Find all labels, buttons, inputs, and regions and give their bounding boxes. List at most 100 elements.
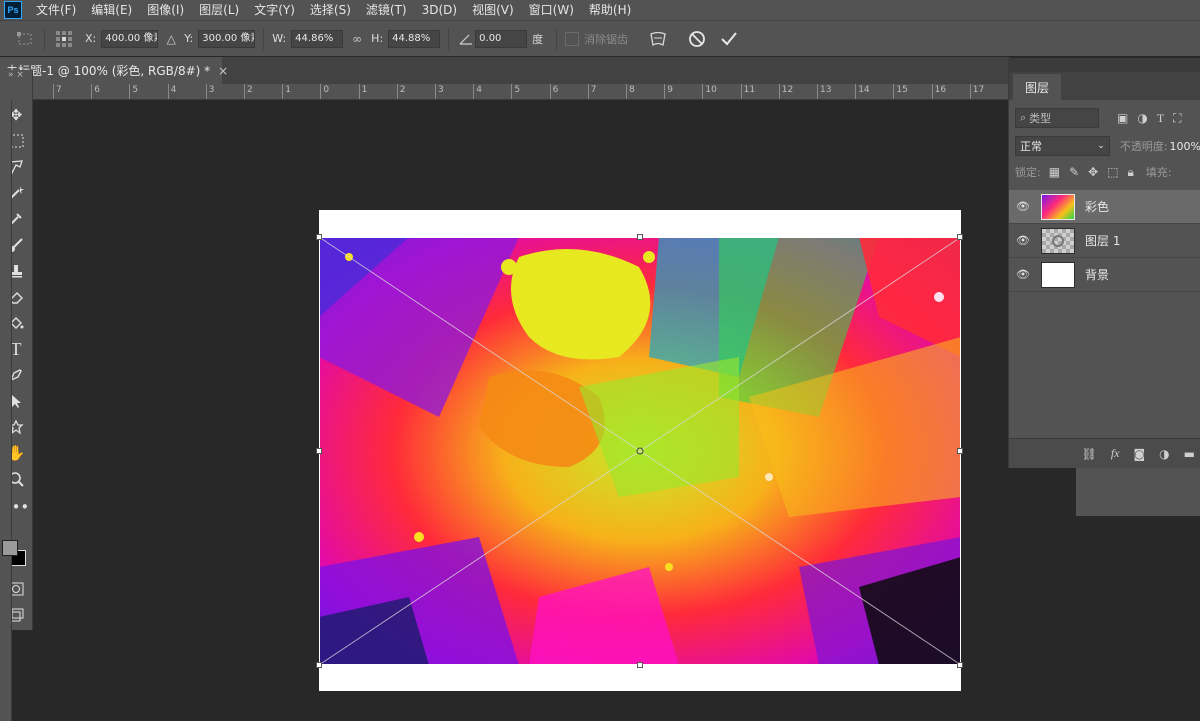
layer-name[interactable]: 背景	[1085, 266, 1109, 283]
layers-panel-footer: ⛓︎ fx ◙ ◑ ▬	[1009, 438, 1200, 468]
ruler-tick-label: 17	[969, 84, 984, 99]
ruler-tick-label: 2	[396, 84, 406, 99]
ruler-tick-label: 1	[358, 84, 367, 99]
lock-pixels-icon[interactable]: ✎	[1069, 165, 1079, 179]
document-tab-title: 未标题-1 @ 100% (彩色, RGB/8#) *	[6, 64, 211, 78]
photoshop-logo: Ps	[4, 1, 22, 19]
link-icon[interactable]: ⛓︎	[1082, 447, 1097, 461]
y-label: Y:	[184, 32, 194, 45]
lock-position-icon[interactable]: ✥	[1088, 165, 1098, 179]
ruler-tick-label: 4	[167, 84, 176, 99]
panel-header	[1009, 58, 1200, 72]
ruler-tick-label: 5	[511, 84, 520, 99]
lock-transparent-icon[interactable]: ▦	[1049, 165, 1060, 179]
lock-artboard-icon[interactable]: ⬚	[1107, 165, 1118, 179]
fill-label: 填充:	[1145, 166, 1172, 179]
ruler-tick-label: 7	[587, 84, 597, 99]
eye-icon[interactable]: 👁︎	[1009, 268, 1037, 281]
filter-shape-icon[interactable]: ⛶	[1173, 111, 1181, 126]
w-label: W:	[272, 32, 287, 45]
transform-handle-middle-right[interactable]	[957, 448, 963, 454]
ruler-tick-label: 15	[893, 84, 908, 99]
rotation-field[interactable]: 0.00	[475, 29, 528, 48]
menu-help[interactable]: 帮助(H)	[589, 0, 631, 20]
transform-handle-bottom-right[interactable]	[957, 662, 963, 668]
angle-icon	[457, 33, 475, 45]
cancel-icon[interactable]	[681, 30, 713, 48]
transform-handle-bottom-left[interactable]	[316, 662, 322, 668]
eye-icon[interactable]: 👁︎	[1009, 234, 1037, 247]
checkmark-icon[interactable]	[713, 31, 745, 47]
menu-layer[interactable]: 图层(L)	[199, 0, 239, 20]
menu-3d[interactable]: 3D(D)	[422, 0, 457, 20]
ruler-tick-label: 7	[53, 84, 62, 99]
transform-handle-top-center[interactable]	[637, 234, 643, 240]
close-icon[interactable]: ×	[218, 64, 228, 78]
ruler-tick-label: 4	[473, 84, 482, 99]
blend-opacity-row: 正常 ⌄ 不透明度: 100%	[1009, 136, 1200, 156]
layer-row[interactable]: 👁︎ 背景	[1009, 258, 1200, 292]
eye-icon[interactable]: 👁︎	[1009, 200, 1037, 213]
h-label: H:	[371, 32, 384, 45]
y-position-field[interactable]: 300.00 像素	[198, 29, 256, 48]
layer-row[interactable]: 👁︎ 彩色	[1009, 190, 1200, 224]
transform-handle-top-right[interactable]	[957, 234, 963, 240]
menu-file[interactable]: 文件(F)	[36, 0, 76, 20]
menu-edit[interactable]: 编辑(E)	[91, 0, 132, 20]
menu-image[interactable]: 图像(I)	[147, 0, 184, 20]
relative-position-icon[interactable]: △	[158, 32, 184, 46]
ruler-tick-label: 10	[702, 84, 717, 99]
layer-filter-select[interactable]: ⌕ 类型	[1015, 108, 1099, 128]
fx-icon[interactable]: fx	[1111, 446, 1120, 461]
horizontal-ruler: 7 6 5 4 3 2 1 0 1 2 3 4 5 6 7 8 9 10 11 12 13 14 15 16 17	[33, 84, 1008, 100]
ruler-tick-label: 0	[320, 84, 329, 99]
layer-name[interactable]: 彩色	[1085, 198, 1109, 215]
lock-all-icon[interactable]: 🔒︎	[1128, 165, 1134, 180]
x-position-field[interactable]: 400.00 像素	[101, 29, 159, 48]
ruler-tick-label: 16	[931, 84, 946, 99]
foreground-color-swatch[interactable]	[2, 540, 18, 556]
filter-image-icon[interactable]: ▣	[1117, 111, 1128, 125]
width-field[interactable]: 44.86%	[291, 29, 344, 48]
blend-mode-select[interactable]: 正常 ⌄	[1015, 136, 1110, 156]
opacity-label: 不透明度:	[1119, 140, 1168, 153]
options-bar: X: 400.00 像素 △ Y: 300.00 像素 W: 44.86% ∞ …	[0, 20, 1200, 56]
ruler-tick-label: 6	[549, 84, 558, 99]
menu-window[interactable]: 窗口(W)	[529, 0, 574, 20]
paint-splash-layer-image[interactable]	[319, 237, 961, 665]
layer-filter-label: 类型	[1029, 112, 1052, 125]
height-field[interactable]: 44.88%	[388, 29, 441, 48]
warp-mode-icon[interactable]	[643, 30, 673, 48]
ruler-tick-label: 6	[91, 84, 100, 99]
transform-handle-middle-left[interactable]	[316, 448, 322, 454]
angle-unit: 度	[532, 32, 544, 46]
opacity-field[interactable]: 100%	[1170, 140, 1200, 153]
antialias-label: 消除锯齿	[584, 32, 629, 46]
link-aspect-icon[interactable]: ∞	[343, 32, 371, 46]
filter-type-icon[interactable]: T	[1157, 111, 1164, 126]
antialias-checkbox[interactable]	[565, 31, 580, 46]
folder-icon[interactable]: ▬	[1184, 447, 1195, 461]
menu-view[interactable]: 视图(V)	[472, 0, 514, 20]
ruler-tick-label: 3	[435, 84, 444, 99]
menu-filter[interactable]: 滤镜(T)	[366, 0, 407, 20]
transform-handle-top-left[interactable]	[316, 234, 322, 240]
tab-layers[interactable]: 图层	[1013, 74, 1061, 100]
layer-thumbnail	[1041, 193, 1075, 220]
mask-icon[interactable]: ◙	[1134, 447, 1146, 461]
menu-type[interactable]: 文字(Y)	[254, 0, 295, 20]
transform-tool-icon[interactable]	[14, 31, 36, 47]
filter-adjustment-icon[interactable]: ◑	[1137, 111, 1147, 125]
ruler-tick-label: 12	[778, 84, 793, 99]
ruler-tick-label: 1	[282, 84, 291, 99]
document-tab[interactable]: 未标题-1 @ 100% (彩色, RGB/8#) * ×	[0, 57, 228, 84]
transform-handle-bottom-center[interactable]	[637, 662, 643, 668]
reference-point-icon[interactable]	[53, 30, 75, 48]
ruler-tick-label: 5	[129, 84, 138, 99]
collapse-icon[interactable]: » ×	[0, 70, 32, 84]
menu-select[interactable]: 选择(S)	[310, 0, 351, 20]
lock-row: 锁定: ▦ ✎ ✥ ⬚ 🔒︎ 填充:	[1009, 164, 1200, 180]
layer-name[interactable]: 图层 1	[1085, 232, 1120, 249]
adjustment-icon[interactable]: ◑	[1159, 447, 1169, 461]
layer-row[interactable]: 👁︎ 图层 1	[1009, 224, 1200, 258]
